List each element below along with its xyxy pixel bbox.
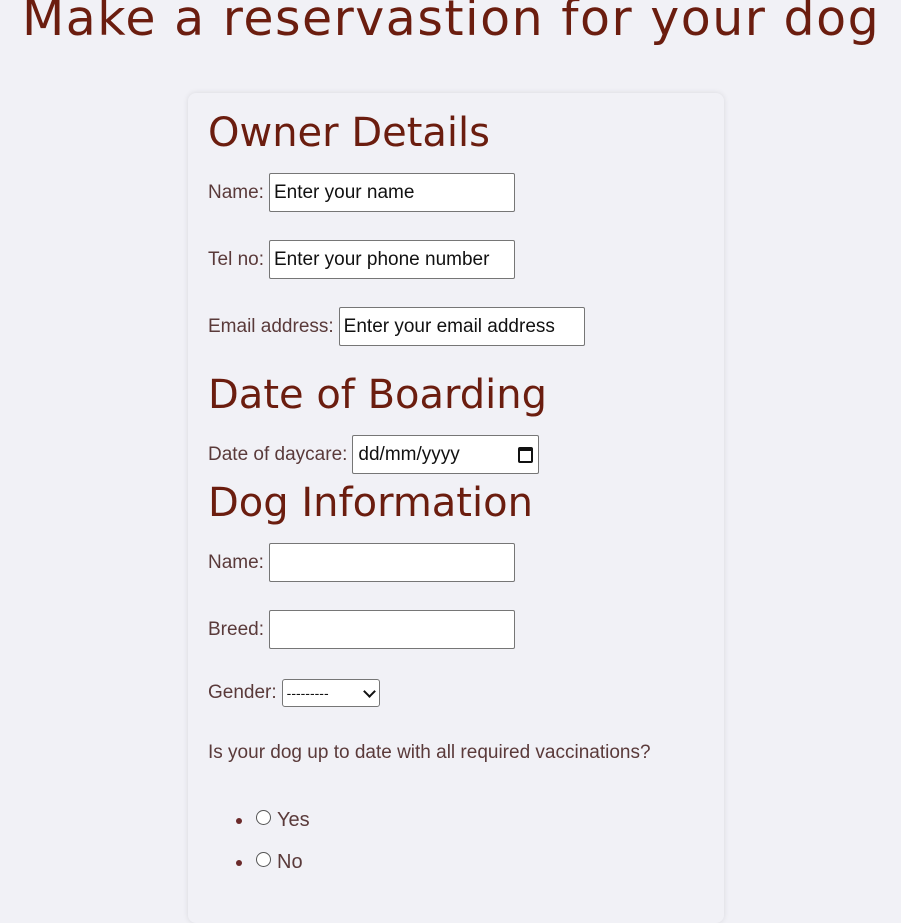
daycare-date-row: Date of daycare: dd/mm/yyyy [208,435,540,474]
bullet-icon [236,859,242,866]
owner-email-row: Email address: [208,307,585,346]
gender-select[interactable]: --------- [281,679,380,707]
owner-name-label: Name: [208,181,264,203]
owner-email-label: Email address: [208,315,334,337]
owner-details-heading: Owner Details [208,110,490,156]
vaccination-no-radio[interactable] [256,852,271,867]
calendar-icon[interactable] [518,446,534,463]
vaccination-option-yes: Yes [236,809,310,832]
gender-selected-value: --------- [286,685,329,701]
page-title: Make a reservastion for your dog [22,0,881,47]
owner-tel-input[interactable] [268,240,515,279]
chevron-down-icon [362,684,376,698]
vaccination-no-label: No [277,851,303,873]
daycare-date-input[interactable]: dd/mm/yyyy [352,435,540,474]
daycare-date-value: dd/mm/yyyy [358,443,460,465]
owner-name-row: Name: [208,173,515,212]
dog-breed-row: Breed: [208,610,515,649]
daycare-date-label: Date of daycare: [208,443,348,465]
bullet-icon [236,817,242,824]
dog-name-input[interactable] [268,543,515,582]
vaccination-yes-radio[interactable] [256,810,271,825]
dog-gender-row: Gender: --------- [208,679,380,707]
dog-name-label: Name: [208,551,264,573]
dog-breed-label: Breed: [208,618,264,640]
owner-email-input[interactable] [338,307,585,346]
vaccination-question: Is your dog up to date with all required… [208,742,651,763]
owner-name-input[interactable] [268,173,515,212]
vaccination-option-no: No [236,851,303,874]
dog-gender-label: Gender: [208,682,277,703]
owner-tel-label: Tel no: [208,248,264,270]
vaccination-yes-label: Yes [277,809,310,831]
owner-tel-row: Tel no: [208,240,515,279]
dog-name-row: Name: [208,543,515,582]
dog-information-heading: Dog Information [208,480,533,526]
dog-breed-input[interactable] [268,610,515,649]
date-of-boarding-heading: Date of Boarding [208,372,548,418]
